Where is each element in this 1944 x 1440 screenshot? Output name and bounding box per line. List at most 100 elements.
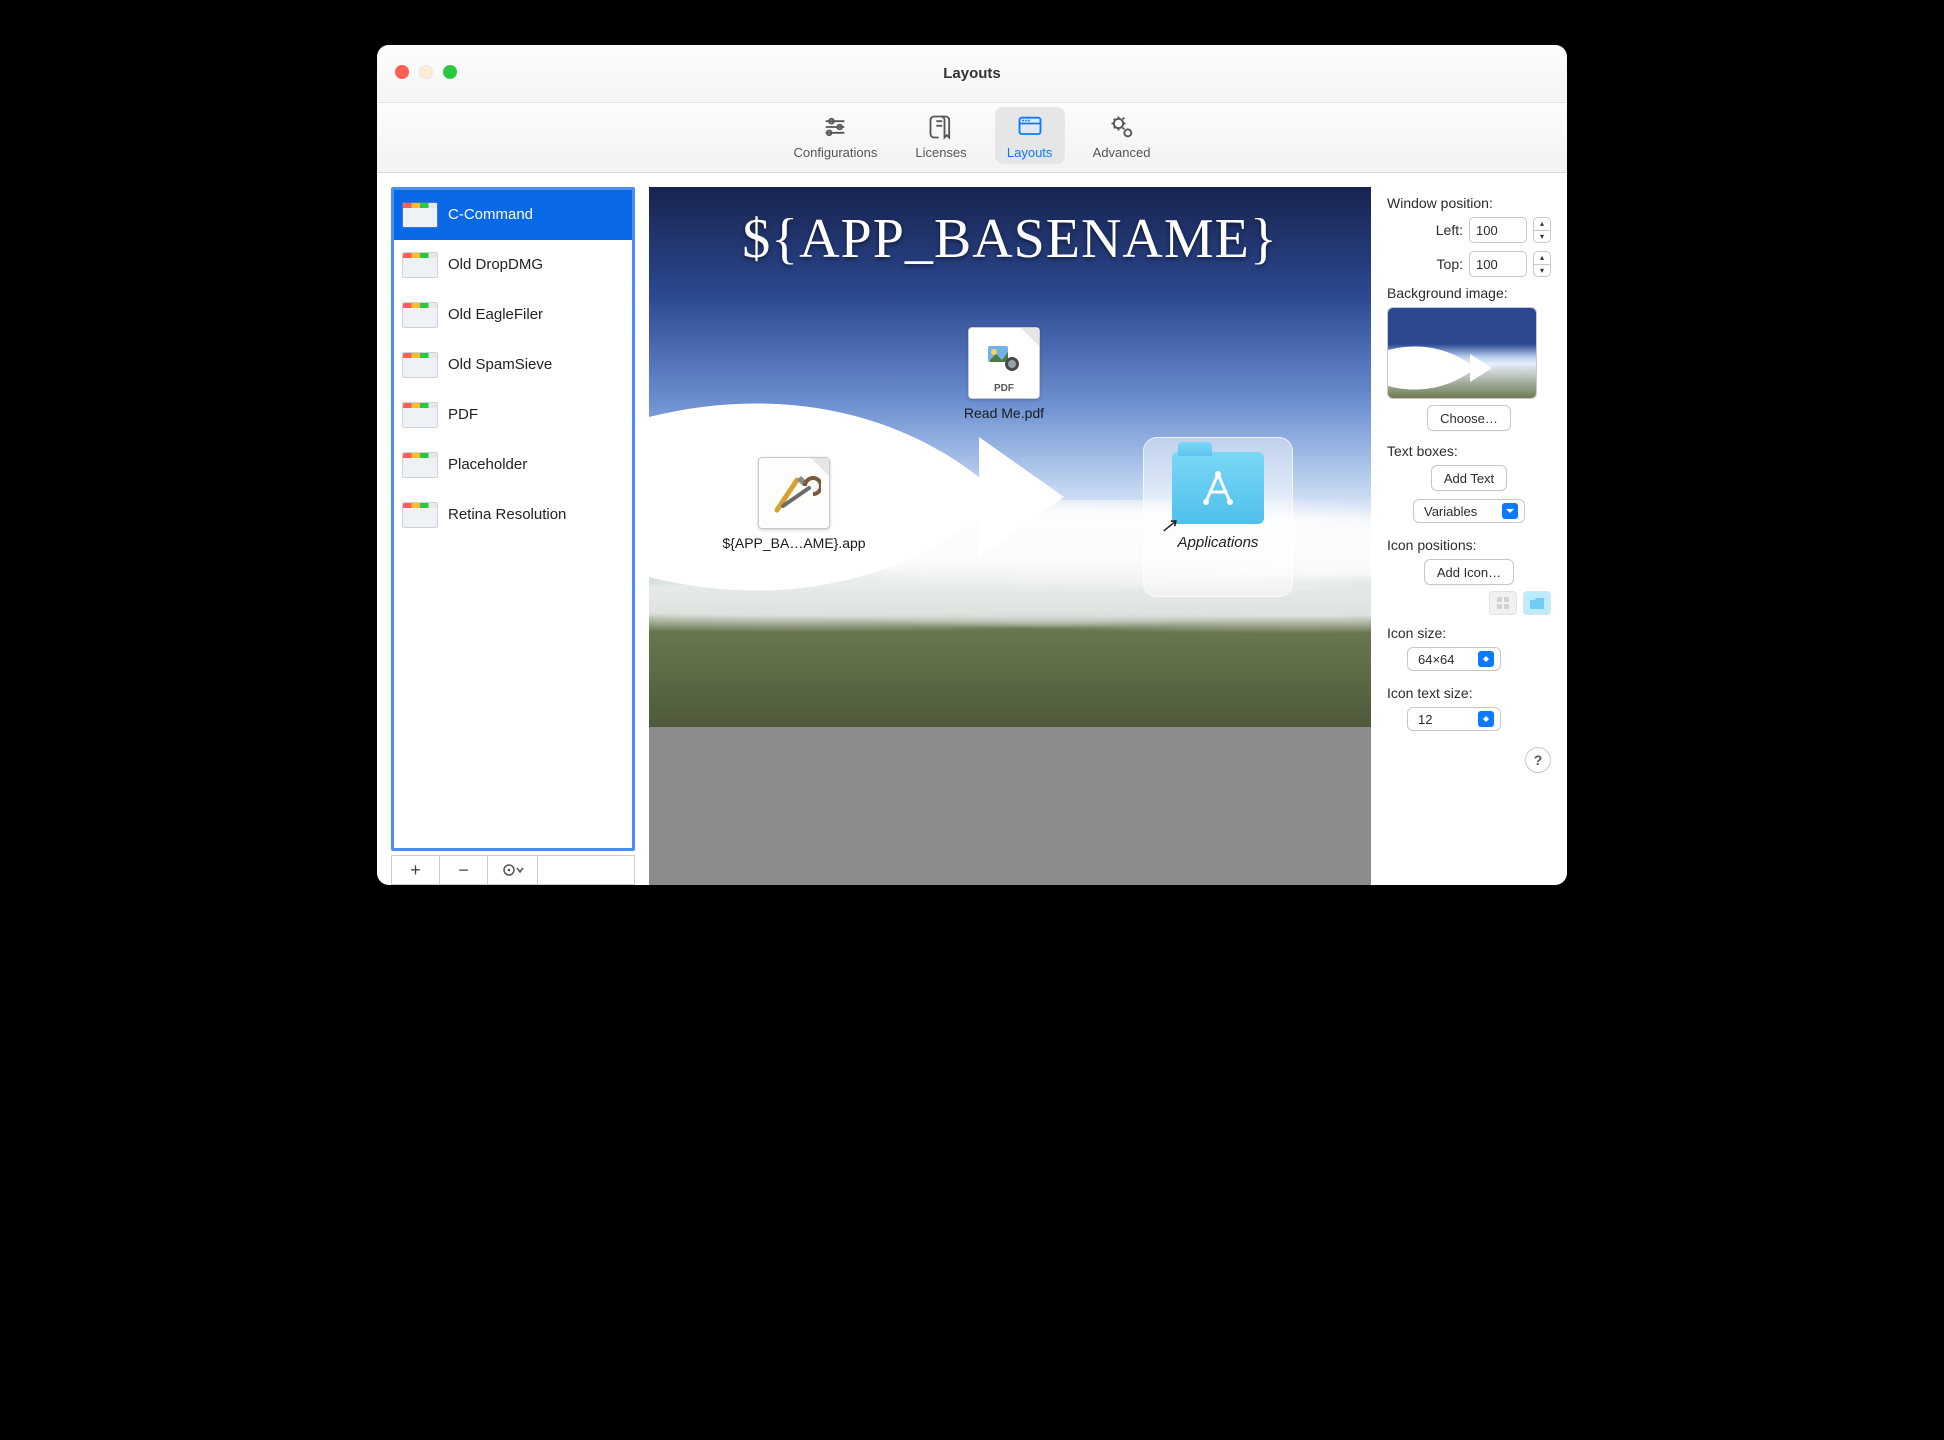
minimize-button[interactable] xyxy=(419,65,433,79)
chevron-down-icon xyxy=(1502,503,1518,519)
button-label: Add Text xyxy=(1444,471,1494,486)
window-title: Layouts xyxy=(943,65,1001,82)
titlebar: Layouts xyxy=(377,45,1567,103)
scroll-icon xyxy=(927,113,955,141)
plus-icon: + xyxy=(410,860,421,881)
pdf-badge: PDF xyxy=(969,383,1039,394)
text-boxes-label: Text boxes: xyxy=(1387,443,1551,459)
top-field: Top: 100 ▴▾ xyxy=(1387,251,1551,277)
icon-text-size-select[interactable]: 12 xyxy=(1407,707,1501,731)
tools-icon xyxy=(767,466,821,520)
icon-text-size-label: Icon text size: xyxy=(1387,685,1551,701)
thumbnail-icon xyxy=(402,402,438,428)
close-button[interactable] xyxy=(395,65,409,79)
thumbnail-icon xyxy=(402,302,438,328)
thumbnail-icon xyxy=(402,202,438,228)
left-label: Left: xyxy=(1421,222,1463,238)
minus-icon: − xyxy=(458,860,469,881)
icon-size-select[interactable]: 64×64 xyxy=(1407,647,1501,671)
content: C-Command Old DropDMG Old EagleFiler Old… xyxy=(377,173,1567,885)
layout-canvas[interactable]: ${APP_BASENAME} PDF Read Me.pdf xyxy=(649,187,1371,727)
chevron-up-icon[interactable]: ▴ xyxy=(1533,251,1551,264)
tab-label: Licenses xyxy=(915,145,966,160)
tab-licenses[interactable]: Licenses xyxy=(905,107,976,164)
button-label: Choose… xyxy=(1440,411,1498,426)
toolbar: Configurations Licenses Layouts Advanced xyxy=(377,103,1567,173)
sliders-icon xyxy=(821,113,849,141)
left-stepper[interactable]: ▴▾ xyxy=(1533,217,1551,243)
left-input[interactable]: 100 xyxy=(1469,217,1527,243)
folder-tile-icon[interactable] xyxy=(1523,591,1551,615)
icon-positions-label: Icon positions: xyxy=(1387,537,1551,553)
pdf-preview-art xyxy=(986,342,1022,374)
zoom-button[interactable] xyxy=(443,65,457,79)
thumbnail-icon xyxy=(402,352,438,378)
thumbnail-icon xyxy=(402,502,438,528)
popup-label: Variables xyxy=(1424,504,1477,519)
title-text-box[interactable]: ${APP_BASENAME} xyxy=(649,207,1371,271)
chevron-down-icon[interactable]: ▾ xyxy=(1533,264,1551,278)
thumbnail-icon xyxy=(402,452,438,478)
top-stepper[interactable]: ▴▾ xyxy=(1533,251,1551,277)
chevron-up-icon[interactable]: ▴ xyxy=(1533,217,1551,230)
sidebar-wrap: C-Command Old DropDMG Old EagleFiler Old… xyxy=(391,187,635,885)
button-label: Add Icon… xyxy=(1437,565,1501,580)
list-item[interactable]: PDF xyxy=(394,390,632,440)
choose-background-button[interactable]: Choose… xyxy=(1427,405,1511,431)
applications-glyph-icon xyxy=(1198,468,1238,508)
sidebar-footer: + − xyxy=(391,855,635,885)
thumbnail-icon xyxy=(402,252,438,278)
alias-arrow-icon: ↗ xyxy=(1160,513,1177,538)
window-icon xyxy=(1016,113,1044,141)
list-item[interactable]: Old SpamSieve xyxy=(394,340,632,390)
updown-chevron-icon xyxy=(1478,711,1494,727)
help-icon: ? xyxy=(1534,752,1543,768)
grid-tile-icon[interactable] xyxy=(1489,591,1517,615)
icon-size-label: Icon size: xyxy=(1387,625,1551,641)
add-text-button[interactable]: Add Text xyxy=(1431,465,1507,491)
icon-label: ${APP_BA…AME}.app xyxy=(709,535,879,551)
variables-popup[interactable]: Variables xyxy=(1413,499,1525,523)
background-thumbnail[interactable] xyxy=(1387,307,1537,399)
canvas-wrap: ${APP_BASENAME} PDF Read Me.pdf xyxy=(649,187,1371,885)
list-item-label: Retina Resolution xyxy=(448,506,566,523)
traffic-lights xyxy=(395,65,457,79)
chevron-down-icon[interactable]: ▾ xyxy=(1533,230,1551,244)
window-position-label: Window position: xyxy=(1387,195,1551,211)
folder-icon xyxy=(1172,452,1264,524)
list-item[interactable]: Old EagleFiler xyxy=(394,290,632,340)
list-item[interactable]: Old DropDMG xyxy=(394,240,632,290)
add-icon-button[interactable]: Add Icon… xyxy=(1424,559,1514,585)
tab-configurations[interactable]: Configurations xyxy=(784,107,888,164)
list-item[interactable]: C-Command xyxy=(394,190,632,240)
actions-menu-button[interactable] xyxy=(488,856,538,884)
remove-layout-button[interactable]: − xyxy=(440,856,488,884)
left-field: Left: 100 ▴▾ xyxy=(1387,217,1551,243)
pdf-document-icon: PDF xyxy=(968,327,1040,399)
tab-label: Configurations xyxy=(794,145,878,160)
icon-applications-folder[interactable]: ↗ Applications xyxy=(1143,437,1293,597)
app-document-icon xyxy=(758,457,830,529)
list-item[interactable]: Retina Resolution xyxy=(394,490,632,540)
tab-layouts[interactable]: Layouts xyxy=(995,107,1065,164)
list-item-label: Old SpamSieve xyxy=(448,356,552,373)
add-layout-button[interactable]: + xyxy=(392,856,440,884)
updown-chevron-icon xyxy=(1478,651,1494,667)
top-input[interactable]: 100 xyxy=(1469,251,1527,277)
icon-readme-pdf[interactable]: PDF Read Me.pdf xyxy=(939,327,1069,421)
help-button[interactable]: ? xyxy=(1525,747,1551,773)
tab-label: Layouts xyxy=(1007,145,1053,160)
list-item-label: Old DropDMG xyxy=(448,256,543,273)
left-value: 100 xyxy=(1476,223,1498,238)
list-item[interactable]: Placeholder xyxy=(394,440,632,490)
icon-app[interactable]: ${APP_BA…AME}.app xyxy=(709,457,879,551)
gears-icon xyxy=(1108,113,1136,141)
tab-label: Advanced xyxy=(1093,145,1151,160)
select-value: 12 xyxy=(1418,712,1432,727)
tab-advanced[interactable]: Advanced xyxy=(1083,107,1161,164)
layouts-list[interactable]: C-Command Old DropDMG Old EagleFiler Old… xyxy=(391,187,635,851)
list-item-label: C-Command xyxy=(448,206,533,223)
top-label: Top: xyxy=(1421,256,1463,272)
window: Layouts Configurations Licenses Layouts … xyxy=(377,45,1567,885)
top-value: 100 xyxy=(1476,257,1498,272)
